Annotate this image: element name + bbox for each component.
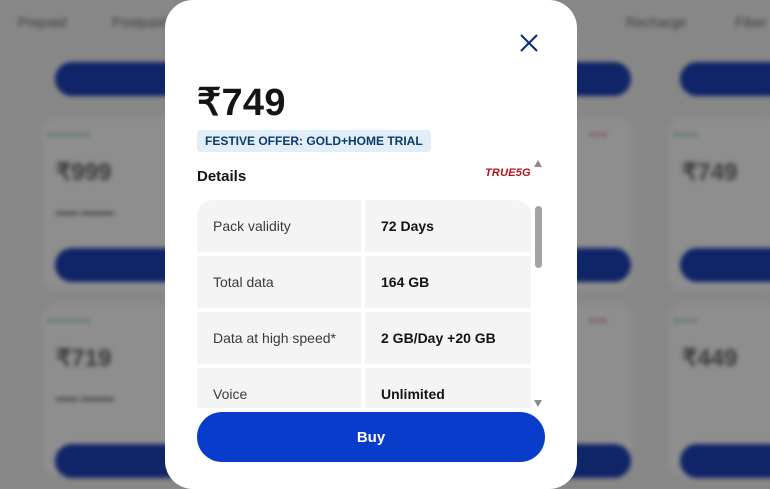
details-value: Unlimited bbox=[365, 368, 531, 408]
details-scrollbar[interactable] bbox=[533, 160, 543, 408]
details-row: Voice Unlimited bbox=[197, 368, 531, 408]
details-label: Voice bbox=[197, 368, 361, 408]
plan-details-modal: ₹749 FESTIVE OFFER: GOLD+HOME TRIAL Deta… bbox=[165, 0, 577, 489]
details-heading: Details bbox=[197, 168, 247, 185]
close-button[interactable] bbox=[518, 32, 540, 54]
details-value: 164 GB bbox=[365, 256, 531, 308]
details-label: Data at high speed* bbox=[197, 312, 361, 364]
scroll-down-arrow-icon[interactable] bbox=[534, 400, 542, 407]
details-row: Total data 164 GB bbox=[197, 256, 531, 312]
details-row: Data at high speed* 2 GB/Day +20 GB bbox=[197, 312, 531, 368]
details-table: Pack validity 72 Days Total data 164 GB … bbox=[197, 200, 531, 408]
true5g-logo: TRUE5G bbox=[485, 167, 531, 179]
details-scroll-area[interactable]: Pack validity 72 Days Total data 164 GB … bbox=[197, 200, 531, 408]
plan-price: ₹749 bbox=[197, 82, 286, 124]
details-value: 72 Days bbox=[365, 200, 531, 252]
scrollbar-thumb[interactable] bbox=[535, 206, 542, 268]
details-row: Pack validity 72 Days bbox=[197, 200, 531, 256]
offer-badge: FESTIVE OFFER: GOLD+HOME TRIAL bbox=[197, 130, 431, 152]
buy-button[interactable]: Buy bbox=[197, 412, 545, 462]
close-icon bbox=[520, 34, 538, 52]
scroll-up-arrow-icon[interactable] bbox=[534, 160, 542, 167]
details-label: Pack validity bbox=[197, 200, 361, 252]
details-label: Total data bbox=[197, 256, 361, 308]
details-value: 2 GB/Day +20 GB bbox=[365, 312, 531, 364]
